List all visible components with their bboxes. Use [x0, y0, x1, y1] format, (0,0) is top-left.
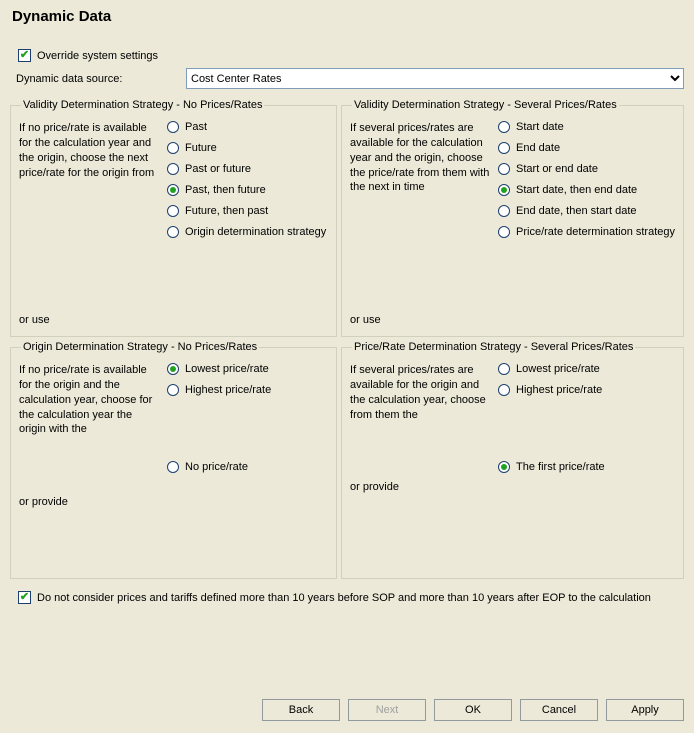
- group-prds-sev-legend: Price/Rate Determination Strategy - Seve…: [352, 341, 635, 353]
- radio-icon[interactable]: [498, 142, 510, 154]
- vds-no-option[interactable]: Origin determination strategy: [167, 226, 328, 238]
- radio-icon[interactable]: [498, 384, 510, 396]
- vds-sev-option[interactable]: Start date: [498, 121, 675, 133]
- ods-no-option-label: No price/rate: [185, 461, 248, 473]
- group-vds-sev-desc: If several prices/rates are available fo…: [350, 121, 492, 195]
- source-label: Dynamic data source:: [10, 73, 186, 85]
- vds-no-option[interactable]: Past: [167, 121, 328, 133]
- group-prds-sev-or: or provide: [350, 422, 492, 495]
- source-select[interactable]: Cost Center Rates: [186, 68, 684, 89]
- vds-no-option[interactable]: Past, then future: [167, 184, 328, 196]
- page-title: Dynamic Data: [12, 8, 684, 25]
- prds-sev-option-label: The first price/rate: [516, 461, 605, 473]
- group-vds-sev: Validity Determination Strategy - Severa…: [341, 99, 684, 337]
- vds-sev-option-label: End date, then start date: [516, 205, 636, 217]
- radio-icon[interactable]: [498, 461, 510, 473]
- footnote-label: Do not consider prices and tariffs defin…: [37, 592, 651, 604]
- vds-no-option-label: Future: [185, 142, 217, 154]
- vds-sev-option[interactable]: Start date, then end date: [498, 184, 675, 196]
- vds-no-option-label: Past: [185, 121, 207, 133]
- group-vds-no-or: or use: [19, 313, 161, 328]
- group-vds-no-desc: If no price/rate is available for the ca…: [19, 121, 161, 180]
- radio-icon[interactable]: [167, 184, 179, 196]
- group-ods-no-or: or provide: [19, 437, 161, 510]
- ods-no-option[interactable]: Highest price/rate: [167, 384, 328, 396]
- check-icon: ✔: [20, 592, 29, 603]
- check-icon: ✔: [20, 50, 29, 61]
- group-vds-no: Validity Determination Strategy - No Pri…: [10, 99, 337, 337]
- radio-icon[interactable]: [167, 461, 179, 473]
- group-ods-no-desc: If no price/rate is available for the or…: [19, 363, 161, 437]
- prds-sev-option-label: Highest price/rate: [516, 384, 602, 396]
- prds-sev-option[interactable]: Highest price/rate: [498, 384, 675, 396]
- vds-sev-option[interactable]: End date: [498, 142, 675, 154]
- vds-sev-option[interactable]: End date, then start date: [498, 205, 675, 217]
- group-prds-sev-desc: If several prices/rates are available fo…: [350, 363, 492, 422]
- radio-icon[interactable]: [167, 163, 179, 175]
- radio-icon[interactable]: [167, 121, 179, 133]
- override-label: Override system settings: [37, 50, 158, 62]
- vds-sev-option[interactable]: Start or end date: [498, 163, 675, 175]
- footnote-checkbox[interactable]: ✔: [18, 591, 31, 604]
- vds-sev-option-label: Start date: [516, 121, 564, 133]
- radio-icon[interactable]: [498, 205, 510, 217]
- prds-sev-option[interactable]: Lowest price/rate: [498, 363, 675, 375]
- vds-no-option-label: Origin determination strategy: [185, 226, 326, 238]
- vds-sev-option-label: Start or end date: [516, 163, 598, 175]
- override-checkbox[interactable]: ✔: [18, 49, 31, 62]
- radio-icon[interactable]: [167, 384, 179, 396]
- vds-sev-option-label: Price/rate determination strategy: [516, 226, 675, 238]
- group-ods-no-legend: Origin Determination Strategy - No Price…: [21, 341, 259, 353]
- radio-icon[interactable]: [167, 363, 179, 375]
- ods-no-option[interactable]: No price/rate: [167, 461, 328, 473]
- radio-icon[interactable]: [498, 226, 510, 238]
- ok-button[interactable]: OK: [434, 699, 512, 721]
- group-vds-no-legend: Validity Determination Strategy - No Pri…: [21, 99, 264, 111]
- group-vds-sev-or: or use: [350, 313, 492, 328]
- prds-sev-option[interactable]: The first price/rate: [498, 461, 675, 473]
- radio-icon[interactable]: [498, 121, 510, 133]
- back-button[interactable]: Back: [262, 699, 340, 721]
- radio-icon[interactable]: [498, 184, 510, 196]
- vds-no-option[interactable]: Future: [167, 142, 328, 154]
- vds-no-option-label: Past, then future: [185, 184, 266, 196]
- radio-icon[interactable]: [167, 142, 179, 154]
- ods-no-option[interactable]: Lowest price/rate: [167, 363, 328, 375]
- prds-sev-option-label: Lowest price/rate: [516, 363, 600, 375]
- ods-no-option-label: Highest price/rate: [185, 384, 271, 396]
- radio-icon[interactable]: [167, 205, 179, 217]
- next-button: Next: [348, 699, 426, 721]
- vds-no-option[interactable]: Future, then past: [167, 205, 328, 217]
- vds-no-option-label: Future, then past: [185, 205, 268, 217]
- group-prds-sev: Price/Rate Determination Strategy - Seve…: [341, 341, 684, 579]
- vds-sev-option[interactable]: Price/rate determination strategy: [498, 226, 675, 238]
- radio-icon[interactable]: [498, 163, 510, 175]
- apply-button[interactable]: Apply: [606, 699, 684, 721]
- cancel-button[interactable]: Cancel: [520, 699, 598, 721]
- vds-sev-option-label: Start date, then end date: [516, 184, 637, 196]
- vds-no-option[interactable]: Past or future: [167, 163, 328, 175]
- vds-no-option-label: Past or future: [185, 163, 251, 175]
- group-vds-sev-legend: Validity Determination Strategy - Severa…: [352, 99, 619, 111]
- radio-icon[interactable]: [498, 363, 510, 375]
- vds-sev-option-label: End date: [516, 142, 560, 154]
- radio-icon[interactable]: [167, 226, 179, 238]
- group-ods-no: Origin Determination Strategy - No Price…: [10, 341, 337, 579]
- ods-no-option-label: Lowest price/rate: [185, 363, 269, 375]
